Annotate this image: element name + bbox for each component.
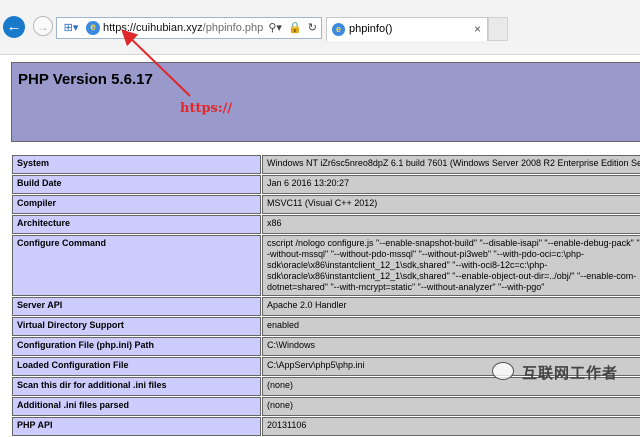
address-bar[interactable]: ⊞▾ e https://cuihubian.xyz/phpinfo.php ⚲…: [56, 17, 322, 39]
row-key: Loaded Configuration File: [12, 357, 261, 376]
table-row: Server API Apache 2.0 Handler: [12, 297, 640, 316]
table-row: System Windows NT iZr6sc5nreo8dpZ 6.1 bui…: [12, 155, 640, 174]
row-value: Apache 2.0 Handler: [262, 297, 640, 316]
table-row: Configure Command cscript /nologo configu…: [12, 235, 640, 296]
row-key: Virtual Directory Support: [12, 317, 261, 336]
row-key: Configuration File (php.ini) Path: [12, 337, 261, 356]
lock-icon[interactable]: 🔒: [288, 22, 302, 34]
row-value: x86: [262, 215, 640, 234]
row-value: Windows NT iZr6sc5nreo8dpZ 6.1 build 760…: [262, 155, 640, 174]
phpinfo-table: System Windows NT iZr6sc5nreo8dpZ 6.1 bui…: [11, 154, 640, 437]
row-key: Server API: [12, 297, 261, 316]
row-value: Jan 6 2016 13:20:27: [262, 175, 640, 194]
watermark: 互联网工作者: [492, 361, 632, 383]
refresh-icon[interactable]: ↻: [308, 22, 317, 34]
table-row: Virtual Directory Support enabled: [12, 317, 640, 336]
ie-site-icon: e: [86, 21, 100, 35]
watermark-text: 互联网工作者: [522, 365, 619, 382]
tab-phpinfo[interactable]: e phpinfo() ×: [326, 17, 488, 41]
browser-toolbar: ← → ⊞▾ e https://cuihubian.xyz/phpinfo.p…: [0, 0, 640, 55]
table-row: Configuration File (php.ini) Path C:\Wind…: [12, 337, 640, 356]
url-domain: https://cuihubian.xyz: [103, 22, 203, 34]
row-value: cscript /nologo configure.js "--enable-s…: [262, 235, 640, 296]
new-tab-button[interactable]: [488, 17, 508, 41]
tab-title: phpinfo(): [349, 23, 393, 35]
page-title: PHP Version 5.6.17: [18, 71, 153, 88]
wechat-icon: [492, 362, 514, 380]
row-key: Build Date: [12, 175, 261, 194]
row-key: Scan this dir for additional .ini files: [12, 377, 261, 396]
url-path: /phpinfo.php: [202, 22, 264, 34]
row-key: PHP API: [12, 417, 261, 436]
row-value: MSVC11 (Visual C++ 2012): [262, 195, 640, 214]
annotation-label: https://: [180, 101, 233, 116]
search-icon[interactable]: ⚲▾: [268, 22, 282, 34]
table-row: Compiler MSVC11 (Visual C++ 2012): [12, 195, 640, 214]
url-text[interactable]: https://cuihubian.xyz/phpinfo.php: [103, 22, 263, 34]
back-arrow-icon[interactable]: ←: [3, 16, 25, 38]
table-row: Architecture x86: [12, 215, 640, 234]
php-version-header: PHP Version 5.6.17: [11, 62, 640, 142]
compatibility-view-icon[interactable]: ⊞▾: [60, 20, 82, 36]
close-icon[interactable]: ×: [474, 22, 481, 36]
address-tools: ⚲▾ 🔒 ↻: [265, 21, 317, 34]
row-key: Configure Command: [12, 235, 261, 296]
row-key: Compiler: [12, 195, 261, 214]
forward-arrow-icon[interactable]: →: [33, 16, 53, 36]
row-value: enabled: [262, 317, 640, 336]
row-value: C:\Windows: [262, 337, 640, 356]
row-key: System: [12, 155, 261, 174]
row-value: 20131106: [262, 417, 640, 436]
row-key: Architecture: [12, 215, 261, 234]
table-row: PHP API 20131106: [12, 417, 640, 436]
ie-tab-icon: e: [332, 23, 345, 36]
table-row: Build Date Jan 6 2016 13:20:27: [12, 175, 640, 194]
